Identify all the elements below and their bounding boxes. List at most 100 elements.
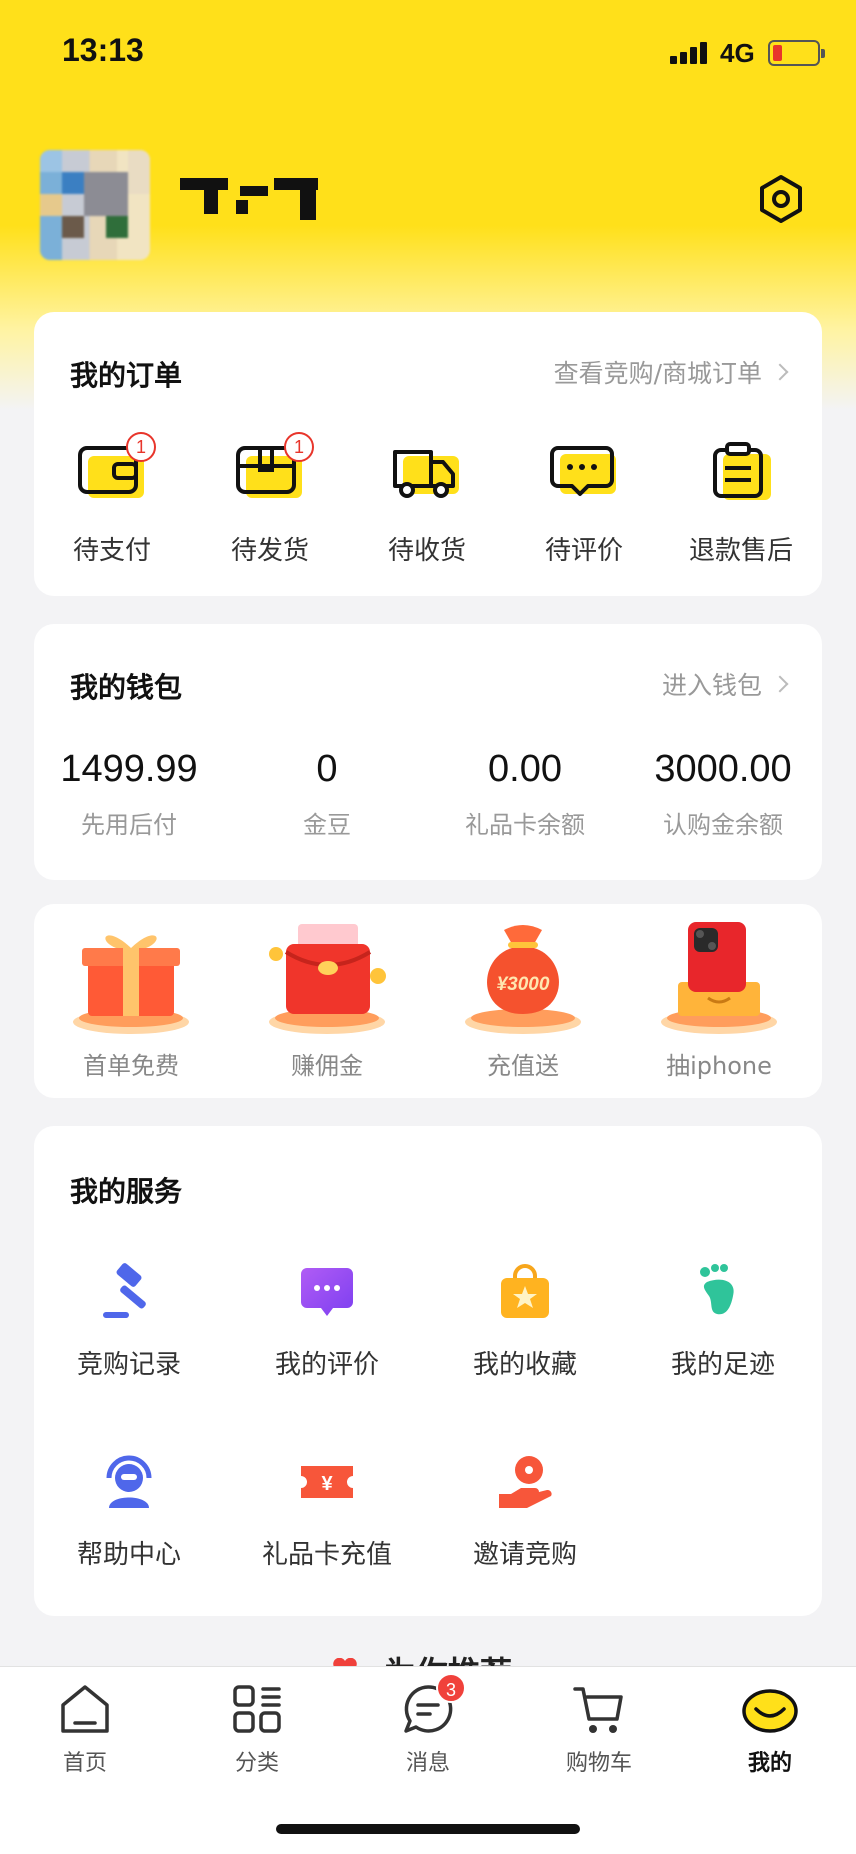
support-agent-icon bbox=[99, 1452, 159, 1512]
battery-icon bbox=[768, 40, 825, 66]
services-title: 我的服务 bbox=[70, 1175, 183, 1208]
chevron-right-icon bbox=[771, 675, 789, 693]
wallet-label: 金豆 bbox=[303, 811, 351, 839]
invite-hand-icon bbox=[495, 1452, 555, 1512]
order-label: 待支付 bbox=[72, 536, 151, 566]
view-all-orders-link[interactable]: 查看竞购/商城订单 bbox=[553, 354, 789, 390]
wallet-value: 1499.99 bbox=[60, 748, 198, 790]
service-label: 竞购记录 bbox=[76, 1350, 181, 1380]
iphone-icon bbox=[654, 918, 784, 1036]
lemon-face-icon bbox=[742, 1681, 798, 1737]
wallet-giftcard-balance[interactable]: 0.00 礼品卡余额 bbox=[430, 748, 620, 840]
footprint-icon bbox=[693, 1262, 753, 1322]
order-label: 待评价 bbox=[544, 536, 623, 566]
order-pending-shipment[interactable]: 1 待发货 bbox=[200, 432, 340, 566]
service-auction-records[interactable]: 竞购记录 bbox=[34, 1262, 224, 1382]
enter-wallet-label: 进入钱包 bbox=[661, 671, 762, 700]
view-all-orders-label: 查看竞购/商城订单 bbox=[553, 359, 762, 388]
promo-label: 赚佣金 bbox=[291, 1052, 363, 1080]
wallet-label: 认购金余额 bbox=[663, 811, 783, 839]
truck-icon bbox=[389, 440, 465, 506]
wallet-label: 礼品卡余额 bbox=[465, 811, 585, 839]
message-icon: 3 bbox=[400, 1673, 466, 1737]
tab-category[interactable]: 分类 bbox=[192, 1681, 322, 1801]
service-giftcard-recharge[interactable]: ¥ 礼品卡充值 bbox=[232, 1452, 422, 1572]
order-badge: 1 bbox=[126, 432, 156, 462]
service-my-reviews[interactable]: 我的评价 bbox=[232, 1262, 422, 1382]
promo-label: 充值送 bbox=[487, 1052, 559, 1080]
signal-icon bbox=[670, 40, 714, 64]
tab-cart[interactable]: 购物车 bbox=[534, 1681, 664, 1801]
gift-box-icon bbox=[66, 918, 196, 1036]
tab-label: 我的 bbox=[747, 1751, 792, 1776]
promo-label: 首单免费 bbox=[83, 1052, 179, 1080]
chevron-right-icon bbox=[771, 363, 789, 381]
gavel-icon bbox=[99, 1262, 159, 1322]
order-label: 退款售后 bbox=[688, 536, 793, 566]
wallet-pay-later[interactable]: 1499.99 先用后付 bbox=[34, 748, 224, 840]
avatar[interactable] bbox=[40, 150, 150, 260]
service-label: 我的足迹 bbox=[670, 1350, 775, 1380]
gift-card-icon: ¥ bbox=[297, 1452, 357, 1512]
service-my-footprints[interactable]: 我的足迹 bbox=[628, 1262, 818, 1382]
wallet-icon: 1 bbox=[74, 432, 156, 506]
service-label: 我的收藏 bbox=[472, 1350, 577, 1380]
promo-earn-commission[interactable]: 赚佣金 bbox=[232, 918, 422, 1090]
promo-draw-iphone[interactable]: 抽iphone bbox=[624, 918, 814, 1090]
network-type: 4G bbox=[720, 38, 755, 68]
wallet-label: 先用后付 bbox=[81, 811, 177, 839]
service-help-center[interactable]: 帮助中心 bbox=[34, 1452, 224, 1572]
tab-label: 首页 bbox=[62, 1751, 107, 1776]
service-label: 邀请竞购 bbox=[472, 1540, 577, 1570]
wallet-value: 0.00 bbox=[488, 748, 562, 790]
orders-title: 我的订单 bbox=[70, 359, 183, 392]
message-badge: 3 bbox=[436, 1673, 466, 1703]
tab-label: 购物车 bbox=[565, 1751, 632, 1776]
tab-messages[interactable]: 3 消息 bbox=[363, 1673, 493, 1801]
tab-home[interactable]: 首页 bbox=[20, 1681, 150, 1801]
order-label: 待发货 bbox=[230, 536, 309, 566]
enter-wallet-link[interactable]: 进入钱包 bbox=[661, 666, 789, 702]
money-bag-text: ¥3000 bbox=[497, 974, 550, 995]
service-label: 礼品卡充值 bbox=[261, 1540, 392, 1570]
status-bar: 13:13 4G bbox=[0, 0, 856, 100]
cart-icon bbox=[571, 1681, 627, 1737]
orders-card: 我的订单 查看竞购/商城订单 1 待支付 1 待发货 待收货 待评价 退款售后 bbox=[34, 312, 822, 596]
promo-label: 抽iphone bbox=[666, 1052, 772, 1080]
order-label: 待收货 bbox=[387, 536, 466, 566]
settings-icon[interactable] bbox=[756, 174, 806, 224]
order-pending-review[interactable]: 待评价 bbox=[514, 440, 654, 566]
star-bag-icon bbox=[495, 1262, 555, 1322]
wallet-subscription-balance[interactable]: 3000.00 认购金余额 bbox=[628, 748, 818, 840]
home-indicator bbox=[276, 1824, 580, 1834]
home-icon bbox=[57, 1681, 113, 1737]
order-refund-aftersale[interactable]: 退款售后 bbox=[671, 440, 811, 566]
promo-first-order-free[interactable]: 首单免费 bbox=[36, 918, 226, 1090]
service-label: 帮助中心 bbox=[76, 1540, 181, 1570]
svg-text:¥: ¥ bbox=[321, 1473, 333, 1495]
chat-bubble-icon bbox=[297, 1262, 357, 1322]
order-pending-receipt[interactable]: 待收货 bbox=[357, 440, 497, 566]
wallet-value: 3000.00 bbox=[654, 748, 792, 790]
promo-card: 首单免费 赚佣金 ¥3000 充值送 抽iphone bbox=[34, 904, 822, 1098]
wallet-title: 我的钱包 bbox=[70, 671, 183, 704]
tab-label: 分类 bbox=[234, 1751, 279, 1776]
order-pending-payment[interactable]: 1 待支付 bbox=[42, 432, 182, 566]
wallet-gold-beans[interactable]: 0 金豆 bbox=[232, 748, 422, 840]
service-invite-auction[interactable]: 邀请竞购 bbox=[430, 1452, 620, 1572]
wallet-value: 0 bbox=[316, 748, 338, 790]
tab-label: 消息 bbox=[405, 1751, 450, 1776]
order-badge: 1 bbox=[284, 432, 314, 462]
services-card: 我的服务 竞购记录 我的评价 我的收藏 我的足迹 帮助中心 ¥ 礼品卡充值 邀请… bbox=[34, 1126, 822, 1616]
nickname-pixelated bbox=[180, 178, 320, 224]
tab-mine[interactable]: 我的 bbox=[705, 1681, 835, 1801]
promo-recharge-bonus[interactable]: ¥3000 充值送 bbox=[428, 918, 618, 1090]
clipboard-icon bbox=[703, 440, 779, 506]
package-icon: 1 bbox=[232, 432, 314, 506]
service-label: 我的评价 bbox=[274, 1350, 379, 1380]
category-icon bbox=[229, 1681, 285, 1737]
status-time: 13:13 bbox=[62, 32, 144, 68]
wallet-card: 我的钱包 进入钱包 1499.99 先用后付 0 金豆 0.00 礼品卡余额 3… bbox=[34, 624, 822, 880]
service-my-favorites[interactable]: 我的收藏 bbox=[430, 1262, 620, 1382]
red-envelope-icon bbox=[262, 918, 392, 1036]
